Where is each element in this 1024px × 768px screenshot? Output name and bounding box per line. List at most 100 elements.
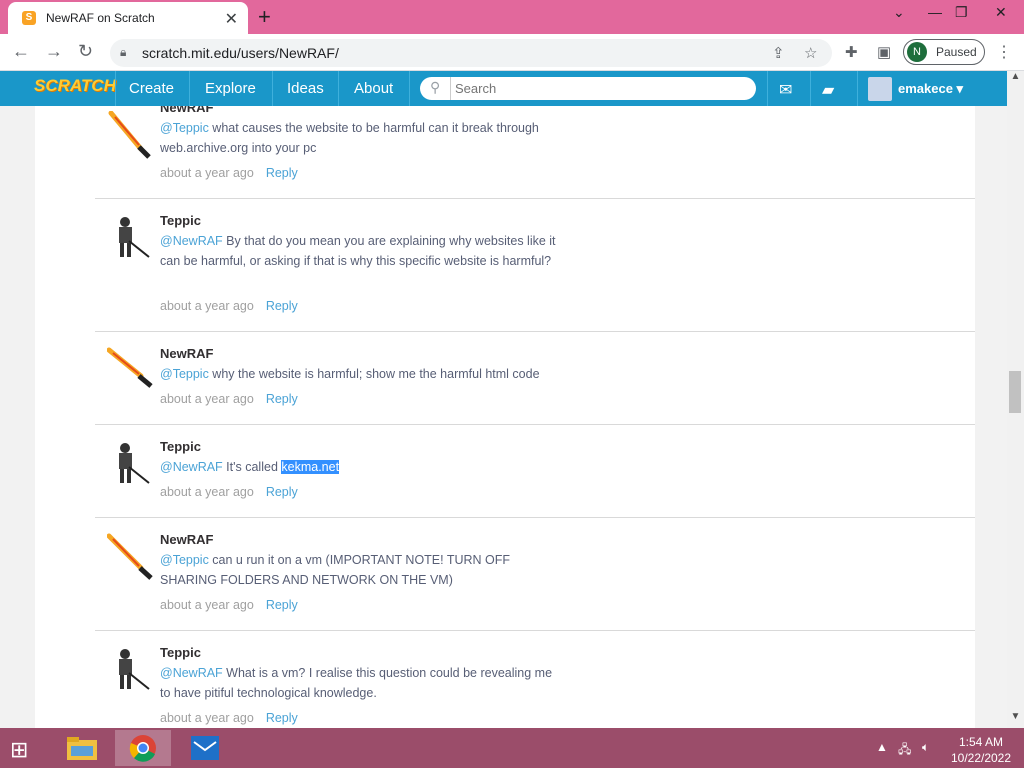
comment-meta: about a year ago Reply xyxy=(160,485,298,499)
new-tab-button[interactable]: + xyxy=(258,4,271,30)
my-stuff-folder-icon[interactable]: ▰ xyxy=(822,80,834,100)
back-arrow-icon[interactable]: ← xyxy=(12,41,30,62)
comment-meta: about a year ago Reply xyxy=(160,166,298,180)
nav-divider xyxy=(857,71,858,106)
account-menu[interactable]: emakece ▾ xyxy=(898,81,963,97)
comment-text: @Teppic what causes the website to be ha… xyxy=(160,118,565,158)
nav-divider xyxy=(338,71,339,106)
comment-time: about a year ago xyxy=(160,711,254,725)
tray-expand-icon[interactable]: ▲ xyxy=(876,740,888,754)
comment-author[interactable]: NewRAF xyxy=(160,346,213,361)
reply-link[interactable]: Reply xyxy=(266,485,298,499)
file-explorer-icon[interactable] xyxy=(54,730,110,766)
search-input[interactable] xyxy=(450,77,740,100)
bookmark-star-icon[interactable]: ☆ xyxy=(804,44,817,62)
forward-arrow-icon[interactable]: → xyxy=(45,41,63,62)
comment-mention[interactable]: @Teppic xyxy=(160,121,209,135)
scratch-logo[interactable]: SCRATCH xyxy=(34,76,116,96)
comment-text: @Teppic why the website is harmful; show… xyxy=(160,364,580,384)
windows-taskbar: ⊞ ▲ 🖧︎ 🔈︎ 1:54 AM 10/22/2022 xyxy=(0,728,1024,768)
chrome-icon[interactable] xyxy=(115,730,171,766)
comment-mention[interactable]: @NewRAF xyxy=(160,460,223,474)
tab-search-icon[interactable]: ⌄ xyxy=(893,4,905,21)
lightsaber-avatar-icon[interactable] xyxy=(107,111,155,159)
comment-author[interactable]: Teppic xyxy=(160,213,201,228)
nav-divider xyxy=(115,71,116,106)
side-panel-icon[interactable]: ▣ xyxy=(877,43,891,61)
nav-divider xyxy=(767,71,768,106)
windows-start-icon[interactable]: ⊞ xyxy=(10,737,28,763)
taskbar-clock[interactable]: 1:54 AM 10/22/2022 xyxy=(948,734,1014,766)
comment-mention[interactable]: @Teppic xyxy=(160,553,209,567)
comment-meta: about a year ago Reply xyxy=(160,711,298,725)
restore-button[interactable]: ❐ xyxy=(955,4,968,21)
comment-item: NewRAF @Teppic why the website is harmfu… xyxy=(95,332,975,425)
page-content: NewRAF @Teppic what causes the website t… xyxy=(0,106,1007,728)
browser-tab[interactable]: S NewRAF on Scratch ✕ xyxy=(8,2,248,34)
comments-panel: NewRAF @Teppic what causes the website t… xyxy=(35,106,975,728)
scroll-up-arrow-icon[interactable]: ▲ xyxy=(1007,71,1024,82)
comment-meta: about a year ago Reply xyxy=(160,299,298,313)
address-bar[interactable]: 🔒︎ scratch.mit.edu/users/NewRAF/ ⇪ ☆ xyxy=(110,39,832,67)
comment-body: can u run it on a vm (IMPORTANT NOTE! TU… xyxy=(160,553,511,587)
nav-divider xyxy=(810,71,811,106)
browser-menu-icon[interactable]: ⋮ xyxy=(996,42,1012,62)
reload-icon[interactable]: ↻ xyxy=(78,41,93,62)
comment-time: about a year ago xyxy=(160,299,254,313)
comment-text: @NewRAF It's called kekma.net xyxy=(160,457,565,477)
reply-link[interactable]: Reply xyxy=(266,392,298,406)
knight-avatar-icon[interactable] xyxy=(107,213,155,261)
profile-avatar: N xyxy=(907,42,927,62)
nav-create[interactable]: Create xyxy=(129,80,174,97)
mail-icon[interactable] xyxy=(177,730,233,766)
lock-icon[interactable]: 🔒︎ xyxy=(120,45,126,60)
lightsaber-avatar-icon[interactable] xyxy=(107,532,155,580)
profile-status: Paused xyxy=(936,45,977,59)
comment-author[interactable]: Teppic xyxy=(160,439,201,454)
comment-author[interactable]: NewRAF xyxy=(160,532,213,547)
close-window-button[interactable]: ✕ xyxy=(995,4,1007,21)
nav-about[interactable]: About xyxy=(354,80,393,97)
comment-author[interactable]: Teppic xyxy=(160,645,201,660)
nav-ideas[interactable]: Ideas xyxy=(287,80,324,97)
profile-button[interactable]: N Paused xyxy=(903,39,985,65)
knight-avatar-icon[interactable] xyxy=(107,645,155,693)
comment-time: about a year ago xyxy=(160,485,254,499)
nav-explore[interactable]: Explore xyxy=(205,80,256,97)
comment-body: what causes the website to be harmful ca… xyxy=(160,121,539,155)
comment-meta: about a year ago Reply xyxy=(160,598,298,612)
minimize-button[interactable]: — xyxy=(928,4,942,20)
share-icon[interactable]: ⇪ xyxy=(772,44,785,62)
page-scrollbar[interactable]: ▲ ▼ xyxy=(1007,71,1024,728)
scroll-down-arrow-icon[interactable]: ▼ xyxy=(1007,711,1024,722)
scratch-favicon-icon: S xyxy=(22,11,36,25)
nav-divider xyxy=(189,71,190,106)
comment-mention[interactable]: @NewRAF xyxy=(160,234,223,248)
reply-link[interactable]: Reply xyxy=(266,166,298,180)
comment-mention[interactable]: @Teppic xyxy=(160,367,209,381)
volume-icon[interactable]: 🔈︎ xyxy=(922,740,929,755)
comment-item: Teppic @NewRAF It's called kekma.net abo… xyxy=(95,425,975,518)
knight-avatar-icon[interactable] xyxy=(107,439,155,487)
url-text[interactable]: scratch.mit.edu/users/NewRAF/ xyxy=(142,45,339,61)
reply-link[interactable]: Reply xyxy=(266,299,298,313)
comment-time: about a year ago xyxy=(160,598,254,612)
nav-divider xyxy=(409,71,410,106)
reply-link[interactable]: Reply xyxy=(266,598,298,612)
close-tab-icon[interactable]: ✕ xyxy=(225,9,238,29)
comment-time: about a year ago xyxy=(160,166,254,180)
extensions-puzzle-icon[interactable]: ✚ xyxy=(845,43,858,61)
reply-link[interactable]: Reply xyxy=(266,711,298,725)
lightsaber-avatar-icon[interactable] xyxy=(107,346,155,394)
network-icon[interactable]: 🖧︎ xyxy=(898,740,911,761)
selected-link-text[interactable]: kekma.net xyxy=(281,460,340,474)
browser-toolbar: ← → ↻ 🔒︎ scratch.mit.edu/users/NewRAF/ ⇪… xyxy=(0,34,1024,71)
messages-envelope-icon[interactable]: ✉ xyxy=(779,80,792,100)
scroll-thumb[interactable] xyxy=(1009,371,1021,413)
user-avatar[interactable] xyxy=(868,77,892,101)
comment-item: NewRAF @Teppic what causes the website t… xyxy=(95,106,975,199)
search-box[interactable]: ⚲ xyxy=(420,77,756,100)
clock-time: 1:54 AM xyxy=(958,735,1004,749)
comment-mention[interactable]: @NewRAF xyxy=(160,666,223,680)
comment-author[interactable]: NewRAF xyxy=(160,106,213,115)
